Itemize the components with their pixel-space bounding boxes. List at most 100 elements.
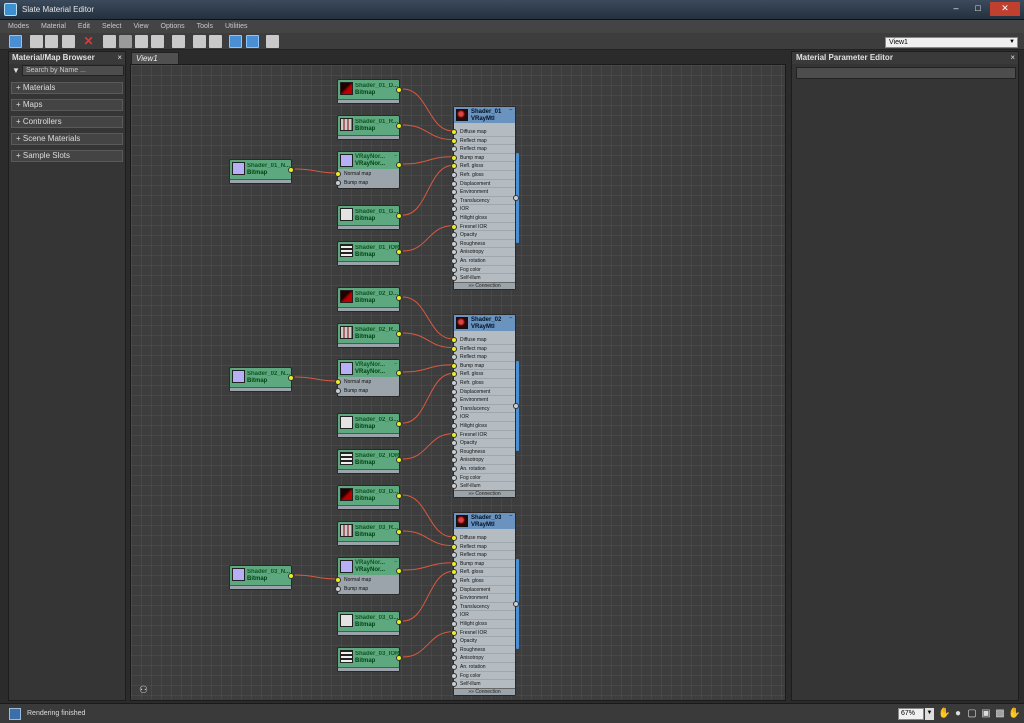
params-name-field[interactable] <box>796 67 1016 79</box>
input-socket[interactable] <box>451 655 457 662</box>
wire[interactable] <box>402 332 454 349</box>
input-socket[interactable] <box>451 543 457 550</box>
input-socket[interactable] <box>451 466 457 472</box>
bitmap-node[interactable]: Shader_02_G... Bitmap <box>337 413 402 438</box>
wire[interactable] <box>402 364 454 373</box>
bitmap-node[interactable]: Shader_02_N... Bitmap <box>229 367 294 392</box>
group-sample-slots[interactable]: + Sample Slots <box>11 150 123 162</box>
input-socket[interactable] <box>451 345 457 352</box>
input-socket[interactable] <box>451 440 457 447</box>
vraymtl-node[interactable]: Shader_01 VRayMtl – Diffuse map Reflect map R… <box>451 106 519 290</box>
input-socket[interactable] <box>451 612 457 619</box>
menu-select[interactable]: Select <box>102 20 121 33</box>
menu-material[interactable]: Material <box>41 20 66 33</box>
input-socket[interactable] <box>451 552 457 559</box>
zoom-extents-selected-icon[interactable]: ▩ <box>994 708 1006 720</box>
input-socket[interactable] <box>451 163 457 170</box>
output-socket[interactable] <box>513 195 519 201</box>
input-socket[interactable] <box>451 457 457 464</box>
menu-utilities[interactable]: Utilities <box>225 20 248 33</box>
bitmap-node[interactable]: Shader_01_R... Bitmap <box>337 115 402 140</box>
bitmap-node[interactable]: Shader_02_R... Bitmap <box>337 323 402 348</box>
vraynormalmap-node[interactable]: VRayNor... VRayNor... – Normal map Bump map <box>335 151 402 189</box>
input-socket[interactable] <box>451 172 457 178</box>
input-socket[interactable] <box>451 423 457 429</box>
collapse-icon[interactable]: – <box>394 559 397 565</box>
maximize-button[interactable]: □ <box>968 2 988 16</box>
wire[interactable] <box>402 631 454 658</box>
input-socket[interactable] <box>451 405 457 412</box>
group-materials[interactable]: + Materials <box>11 82 123 94</box>
move-children-icon[interactable] <box>103 35 116 48</box>
wire[interactable] <box>402 296 454 340</box>
input-socket[interactable] <box>451 397 457 404</box>
browser-close-button[interactable]: × <box>117 52 122 64</box>
menu-tools[interactable]: Tools <box>197 20 213 33</box>
input-socket[interactable] <box>451 146 457 153</box>
connection-footer[interactable]: »» Connection <box>454 282 515 289</box>
wire[interactable] <box>402 156 454 165</box>
output-socket[interactable] <box>288 375 294 381</box>
output-socket[interactable] <box>396 529 402 535</box>
input-socket[interactable] <box>451 266 457 273</box>
hide-unused-icon[interactable] <box>119 35 132 48</box>
output-socket[interactable] <box>396 123 402 129</box>
node-view[interactable]: ⚇ Shader_01 VRayMtl – Diffuse map Reflect ma… <box>130 64 786 701</box>
bitmap-node[interactable]: Shader_01_IOR Bitmap <box>337 241 402 266</box>
input-socket[interactable] <box>451 189 457 196</box>
output-socket[interactable] <box>396 87 402 93</box>
bitmap-node[interactable]: Shader_02_D... Bitmap <box>337 287 402 312</box>
select-tool-icon[interactable] <box>9 35 22 48</box>
wire[interactable] <box>402 530 454 547</box>
zoom-extents-icon[interactable]: ▣ <box>980 708 992 720</box>
wire[interactable] <box>402 562 454 571</box>
input-socket[interactable] <box>451 474 457 481</box>
output-socket[interactable] <box>288 167 294 173</box>
vraynormalmap-node[interactable]: VRayNor... VRayNor... – Normal map Bump map <box>335 557 402 595</box>
menu-modes[interactable]: Modes <box>8 20 29 33</box>
params-toggle-icon[interactable] <box>246 35 259 48</box>
input-socket[interactable] <box>335 171 341 177</box>
output-socket[interactable] <box>396 249 402 255</box>
layout-vertical-icon[interactable] <box>193 35 206 48</box>
wire[interactable] <box>402 372 454 424</box>
output-socket[interactable] <box>396 457 402 463</box>
collapse-icon[interactable]: – <box>509 107 512 113</box>
show-background-icon[interactable] <box>151 35 164 48</box>
output-socket[interactable] <box>513 403 519 409</box>
wire[interactable] <box>294 376 338 382</box>
show-map-icon[interactable] <box>135 35 148 48</box>
pan-hand-icon[interactable]: ✋ <box>938 708 950 720</box>
input-socket[interactable] <box>451 535 457 541</box>
assign-material-icon[interactable] <box>62 35 75 48</box>
group-controllers[interactable]: + Controllers <box>11 116 123 128</box>
binoculars-icon[interactable]: ⚇ <box>139 685 148 696</box>
menu-options[interactable]: Options <box>161 20 185 33</box>
input-socket[interactable] <box>451 223 457 230</box>
close-button[interactable]: ✕ <box>990 2 1020 16</box>
input-socket[interactable] <box>451 232 457 239</box>
input-socket[interactable] <box>451 414 457 421</box>
bitmap-node[interactable]: Shader_03_G... Bitmap <box>337 611 402 636</box>
input-socket[interactable] <box>451 672 457 679</box>
connection-footer[interactable]: »» Connection <box>454 688 515 695</box>
input-socket[interactable] <box>335 577 341 583</box>
params-close-button[interactable]: × <box>1010 52 1015 64</box>
wire[interactable] <box>402 433 454 460</box>
wire[interactable] <box>402 164 454 216</box>
group-scene-materials[interactable]: + Scene Materials <box>11 133 123 145</box>
wire[interactable] <box>402 494 454 538</box>
bitmap-node[interactable]: Shader_01_G... Bitmap <box>337 205 402 230</box>
input-socket[interactable] <box>451 197 457 204</box>
zoom-region-icon[interactable]: ▢ <box>966 708 978 720</box>
zoom-field[interactable]: 67% <box>898 708 924 720</box>
options-triangle-icon[interactable]: ▼ <box>12 66 20 75</box>
output-socket[interactable] <box>396 655 402 661</box>
input-socket[interactable] <box>451 337 457 343</box>
collapse-icon[interactable]: – <box>394 153 397 159</box>
wire[interactable] <box>402 225 454 252</box>
input-socket[interactable] <box>451 180 457 187</box>
input-socket[interactable] <box>451 569 457 576</box>
tab-view1[interactable]: View1 <box>131 52 179 64</box>
pan-to-selected-icon[interactable]: ✋ <box>1008 708 1020 720</box>
